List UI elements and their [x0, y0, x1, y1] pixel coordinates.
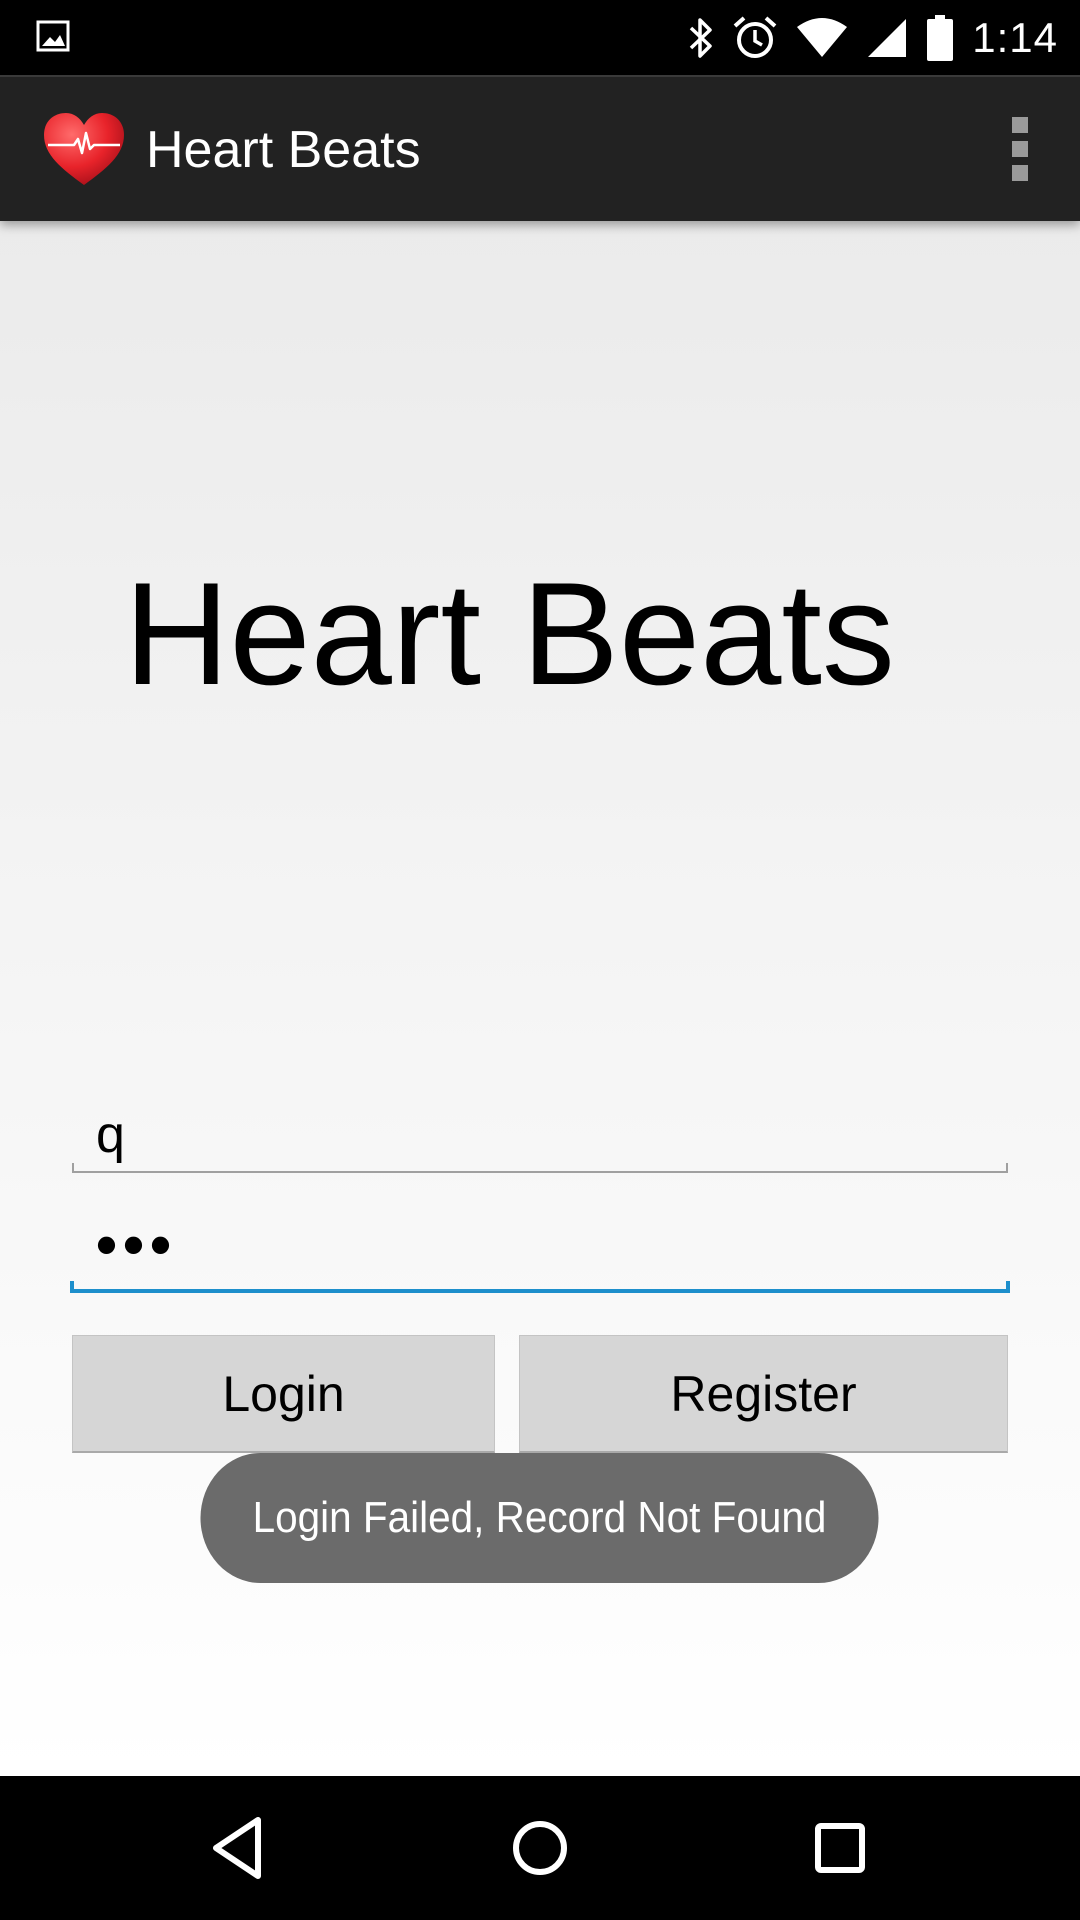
battery-icon: [927, 14, 954, 61]
recents-icon[interactable]: [800, 1808, 880, 1888]
overflow-dot: [1012, 117, 1028, 133]
page-title: Heart Beats: [124, 552, 895, 715]
heart-pulse-icon[interactable]: [42, 111, 126, 187]
home-icon[interactable]: [500, 1808, 580, 1888]
status-bar: 1:14: [0, 0, 1080, 75]
username-value: q: [96, 1106, 125, 1164]
alarm-icon: [733, 16, 777, 58]
status-time: 1:14: [972, 13, 1058, 61]
status-icons: 1:14: [688, 0, 1058, 75]
register-button[interactable]: Register: [519, 1335, 1008, 1453]
login-button[interactable]: Login: [72, 1335, 495, 1453]
app-title: Heart Beats: [146, 121, 421, 179]
username-field[interactable]: q: [72, 1099, 1008, 1173]
main-content: Heart Beats q ••• Login Register Login F…: [0, 219, 1080, 1776]
overflow-menu-icon[interactable]: [1010, 117, 1030, 181]
back-icon[interactable]: [200, 1808, 280, 1888]
action-bar: Heart Beats: [0, 75, 1080, 221]
bluetooth-icon: [690, 17, 712, 58]
overflow-dot: [1012, 141, 1028, 157]
gallery-notification-icon: [36, 20, 70, 52]
toast-message: Login Failed, Record Not Found: [200, 1453, 879, 1583]
cellular-signal-icon: [868, 18, 907, 57]
password-value: •••: [96, 1211, 178, 1278]
wifi-icon: [797, 17, 848, 57]
login-screen: 1:14 Heart Beats Heart Beats q ••• Login…: [0, 0, 1080, 1920]
navigation-bar: [0, 1776, 1080, 1920]
password-field[interactable]: •••: [70, 1199, 1010, 1293]
overflow-dot: [1012, 165, 1028, 181]
